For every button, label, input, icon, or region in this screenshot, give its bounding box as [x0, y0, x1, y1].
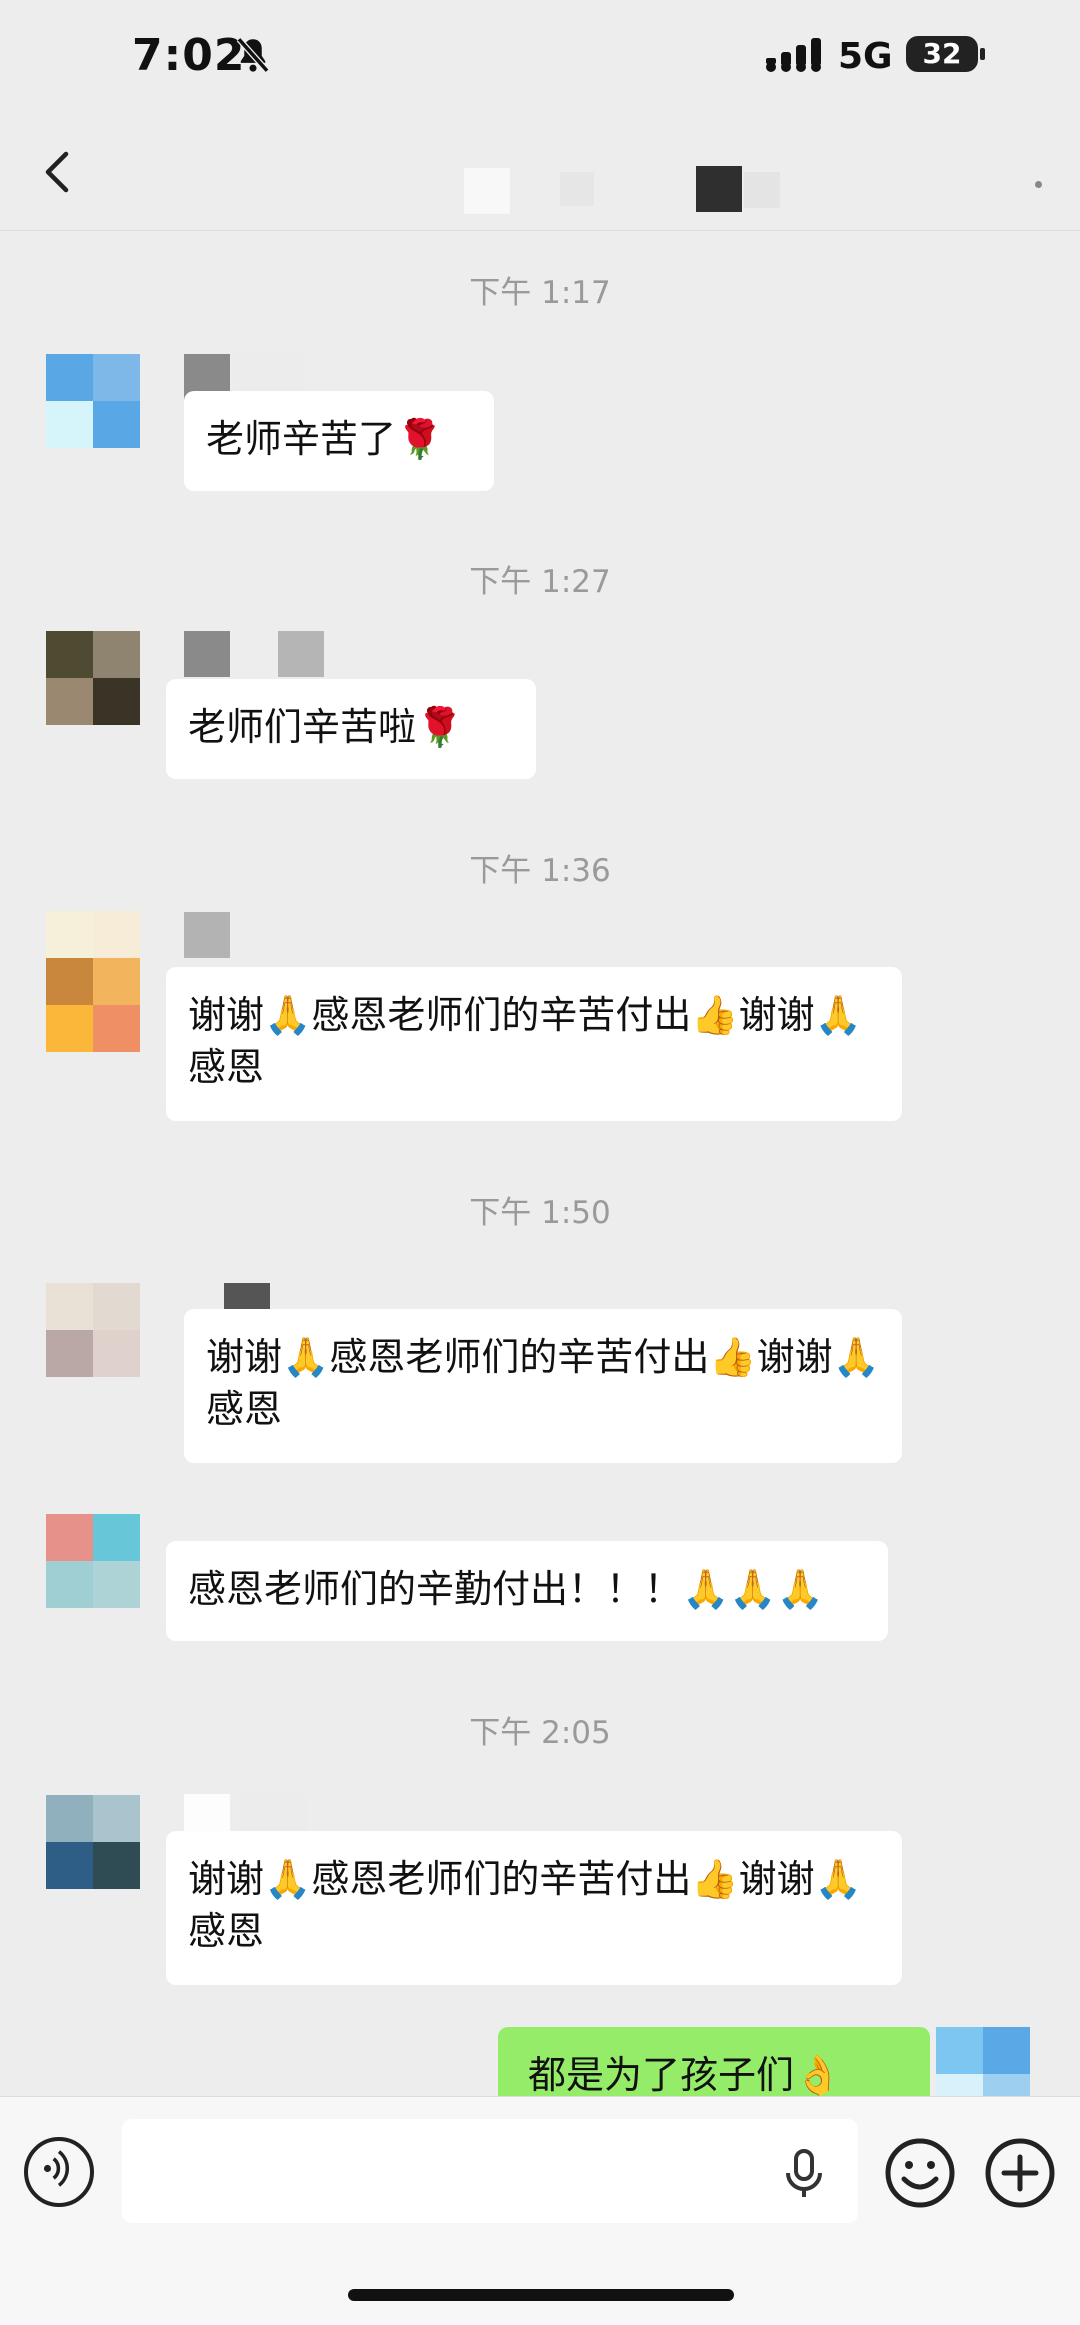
status-bar: 7:02 5G 32 [0, 0, 1080, 120]
message-timestamp: 下午 1:27 [469, 564, 611, 600]
avatar[interactable] [46, 1514, 140, 1608]
battery-cap [980, 48, 985, 60]
message-timestamp: 下午 1:50 [469, 1195, 611, 1231]
avatar[interactable] [46, 1283, 140, 1377]
more-dot-icon[interactable] [1018, 164, 1058, 204]
message-bubble[interactable]: 感恩老师们的辛勤付出！！！🙏🙏🙏 [166, 1541, 888, 1641]
status-time: 7:02 [132, 30, 246, 81]
avatar-lower [46, 678, 140, 725]
chat-title-redacted [696, 166, 742, 212]
message-bubble[interactable]: 谢谢🙏感恩老师们的辛苦付出👍谢谢🙏感恩 [166, 967, 902, 1121]
avatar[interactable] [46, 354, 140, 448]
bell-off-icon [236, 37, 270, 73]
chevron-left-icon[interactable] [30, 142, 90, 202]
message-timestamp: 下午 1:17 [469, 275, 611, 311]
chat-title-redacted [744, 172, 780, 208]
mic-icon[interactable] [776, 2145, 832, 2201]
message-input[interactable] [122, 2119, 858, 2223]
voice-icon[interactable] [24, 2137, 94, 2207]
avatar[interactable] [46, 958, 140, 1052]
battery-level: 32 [906, 36, 978, 72]
emoji-icon[interactable] [884, 2137, 956, 2209]
chat-header [0, 120, 1080, 231]
message-bubble[interactable]: 谢谢🙏感恩老师们的辛苦付出👍谢谢🙏感恩 [166, 1831, 902, 1985]
avatar[interactable] [46, 1795, 140, 1889]
home-indicator[interactable] [348, 2289, 734, 2301]
chat-messages: 下午 1:17 老师辛苦了🌹 下午 1:27 老师们辛苦啦🌹 下午 1:36 谢… [0, 231, 1080, 2096]
my-message-bubble[interactable]: 都是为了孩子们👌 [498, 2027, 930, 2096]
plus-icon[interactable] [984, 2137, 1056, 2209]
sender-name-redacted [184, 912, 264, 958]
message-bubble[interactable]: 谢谢🙏感恩老师们的辛苦付出👍谢谢🙏感恩 [184, 1309, 902, 1463]
message-timestamp: 下午 2:05 [469, 1715, 611, 1751]
message-timestamp: 下午 1:36 [469, 853, 611, 889]
sender-name-redacted [184, 631, 324, 677]
my-avatar[interactable] [936, 2027, 1030, 2096]
network-type: 5G [838, 36, 893, 77]
chat-title-redacted [464, 168, 510, 214]
message-bubble[interactable]: 老师辛苦了🌹 [184, 391, 494, 491]
chat-title-redacted [560, 172, 594, 206]
input-bar [0, 2096, 1080, 2325]
message-bubble[interactable]: 老师们辛苦啦🌹 [166, 679, 536, 779]
signal-icon [766, 38, 821, 72]
avatar-top [46, 911, 140, 958]
